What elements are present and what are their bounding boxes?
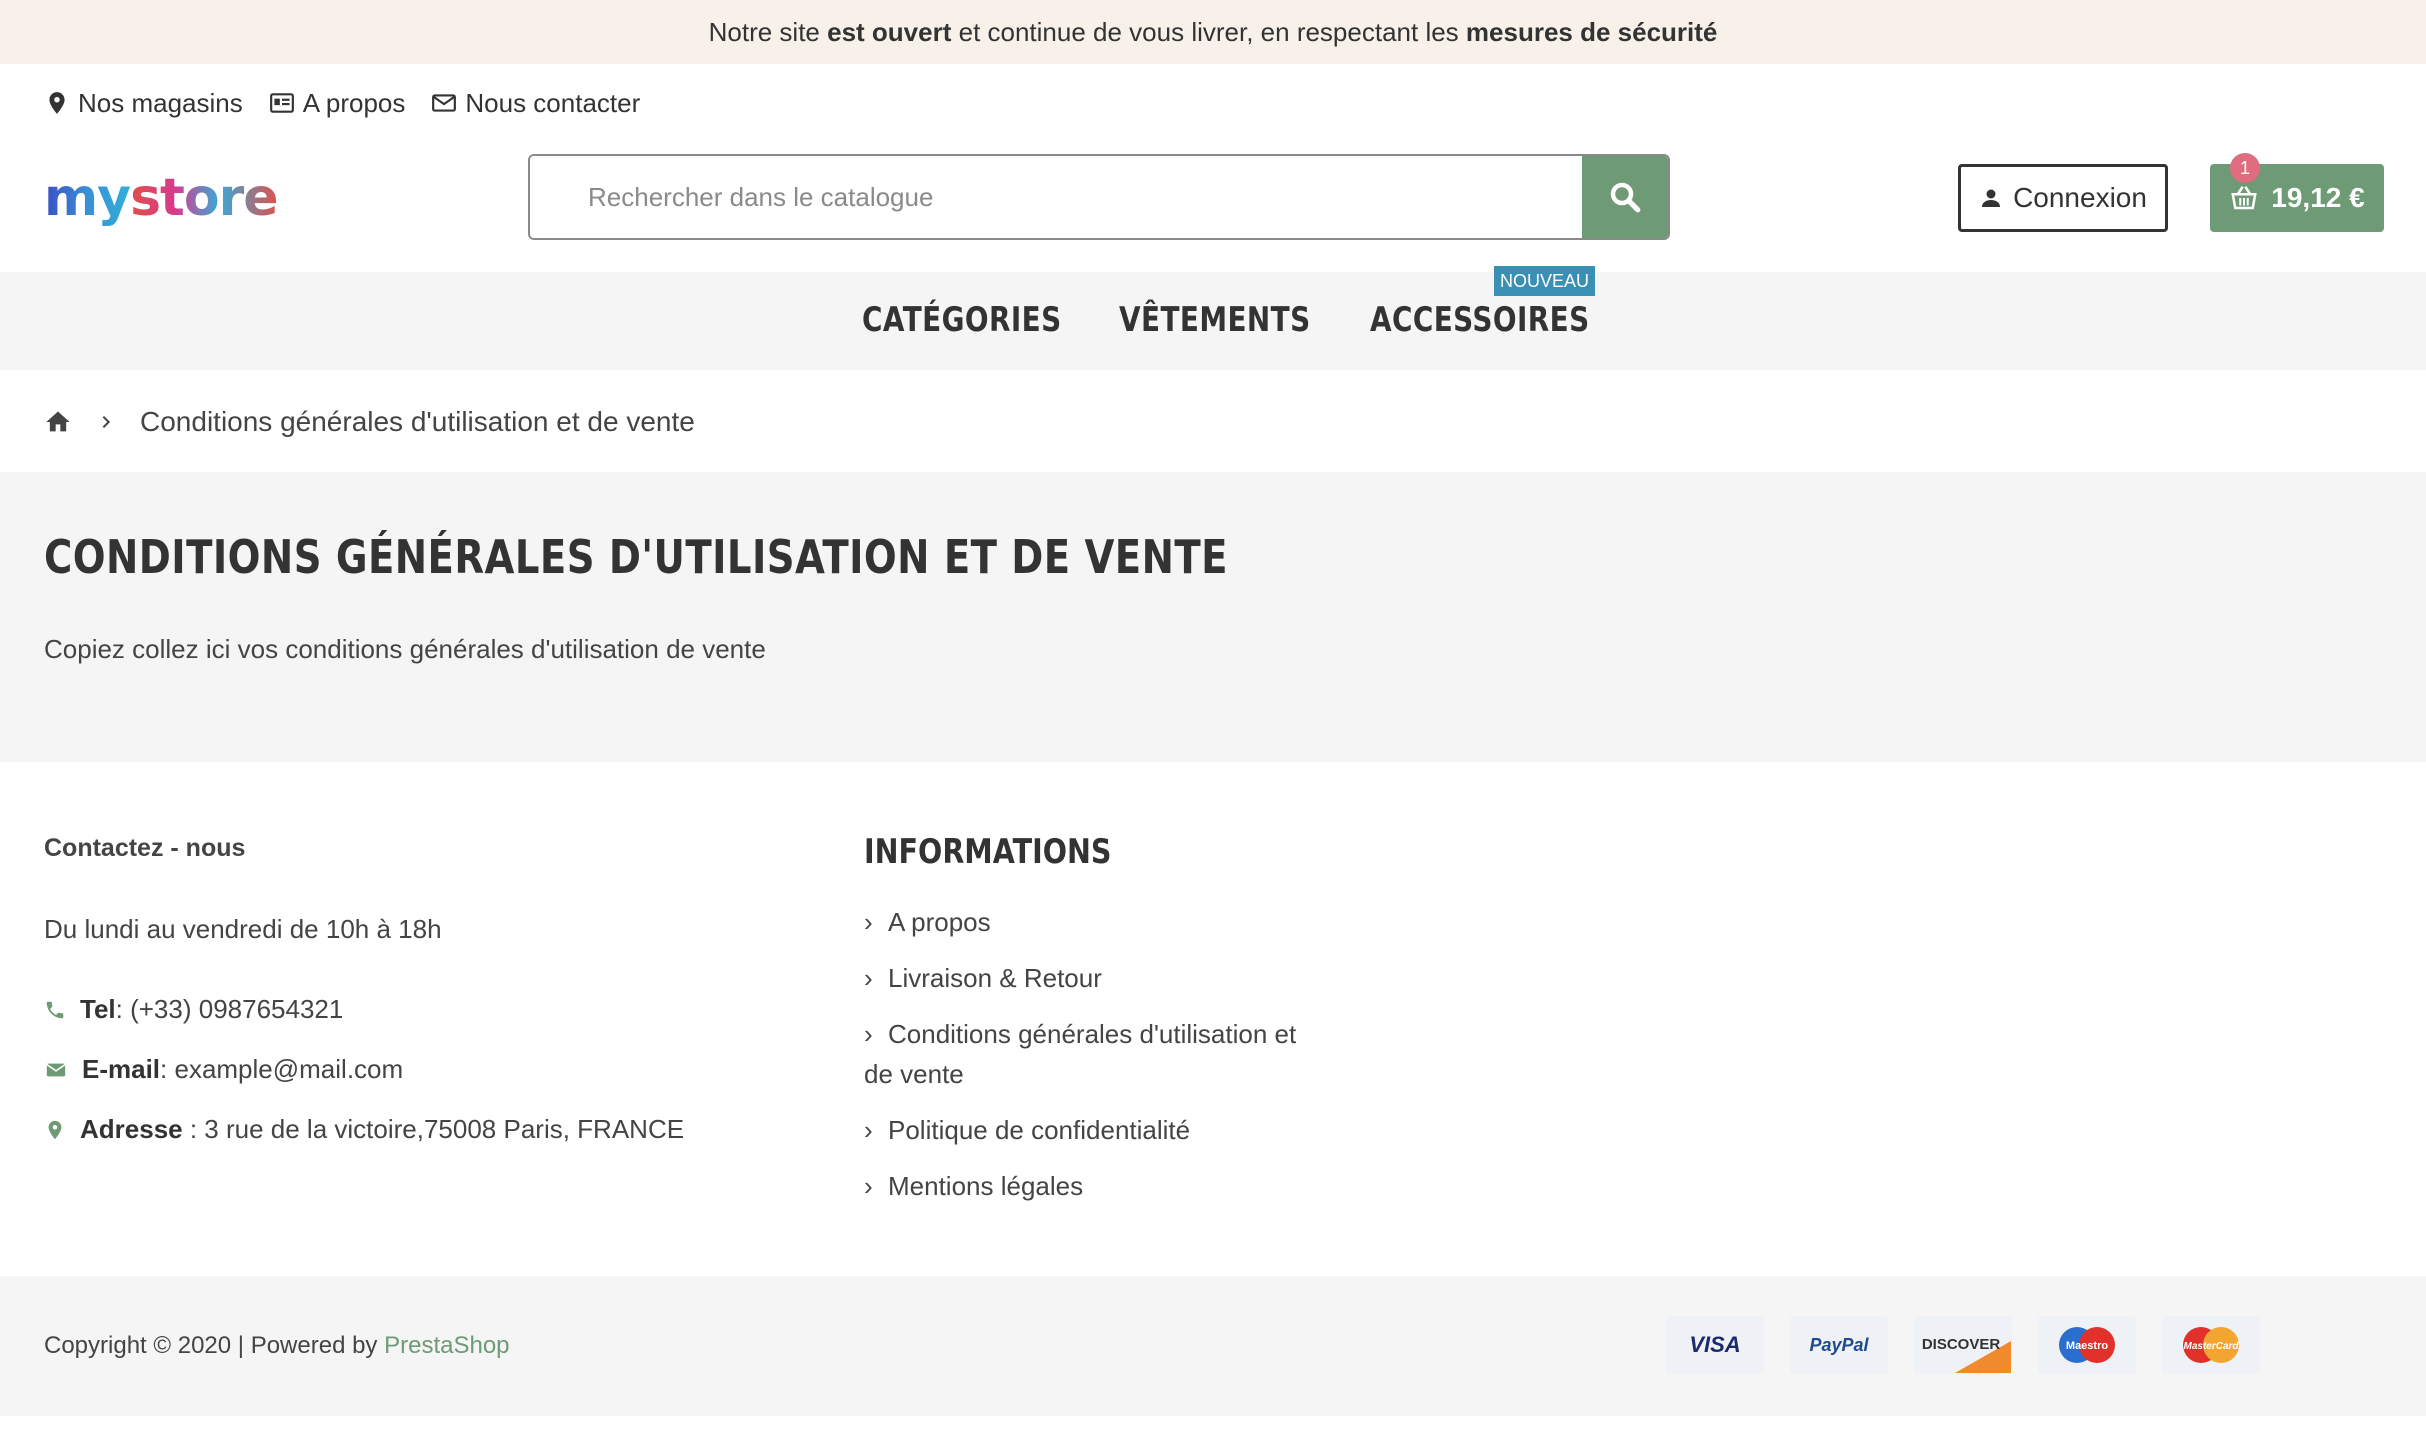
breadcrumb: Conditions générales d'utilisation et de… [44,402,695,442]
contact-link-label: Nous contacter [465,87,641,118]
home-icon[interactable] [44,408,72,436]
footer-link-about[interactable]: › A propos [864,902,1324,942]
stores-link-label: Nos magasins [78,87,243,118]
page-content: CONDITIONS GÉNÉRALES D'UTILISATION ET DE… [0,472,2426,762]
phone-value[interactable]: : (+33) 0987654321 [116,994,344,1024]
login-button[interactable]: Connexion [1958,164,2168,232]
user-icon [1982,189,2001,207]
copyright: Copyright © 2020 | Powered by PrestaShop [44,1332,510,1360]
footer-link-label: Livraison & Retour [888,963,1102,993]
chevron-right-icon: › [864,907,873,937]
cart-count-badge: 1 [2230,153,2260,183]
footer-contact-title: Contactez - nous [44,834,246,862]
footer-link-label: Mentions légales [888,1171,1084,1201]
mastercard-icon: MasterCard [2162,1316,2260,1374]
banner-text-1: Notre site [708,16,820,47]
maestro-icon: Maestro [2038,1316,2136,1374]
chevron-right-icon: › [864,963,873,993]
discover-icon: DISCOVER [1914,1316,2012,1374]
footer-phone: Tel: (+33) 0987654321 [44,994,343,1025]
footer-link-label: Conditions générales d'utilisation et de… [864,1019,1297,1089]
search-input[interactable] [530,156,1582,238]
footer-informations: INFORMATIONS › A propos › Livraison & Reto… [864,832,1344,1201]
phone-label: Tel [80,994,116,1024]
footer-link-label: A propos [888,907,991,937]
top-links: Nos magasins A propos Nous contacter [44,86,640,120]
banner-bold-1: est ouvert [827,16,952,47]
page-body: Copiez collez ici vos conditions général… [44,634,766,664]
payment-label: MasterCard [2183,1341,2239,1352]
footer-link-label: Politique de confidentialité [888,1115,1191,1145]
visa-icon: VISA [1666,1316,1764,1374]
copyright-text: Copyright © 2020 | Powered by [44,1332,385,1359]
footer-link-privacy[interactable]: › Politique de confidentialité [864,1110,1324,1150]
payment-label: Maestro [2066,1340,2108,1352]
envelope-icon [432,94,457,112]
address-value: : 3 rue de la victoire,75008 Paris, FRAN… [182,1114,685,1144]
search-icon [1610,182,1641,213]
id-card-icon [269,93,294,113]
footer-link-terms[interactable]: › Conditions générales d'utilisation et d… [864,1014,1324,1094]
login-label: Connexion [2013,182,2147,213]
footer-address: Adresse : 3 rue de la victoire,75008 Par… [44,1114,684,1145]
logo-store: store [130,168,278,228]
payment-label: VISA [1689,1332,1740,1357]
banner-bold-2: mesures de sécurité [1465,16,1718,47]
footer-link-legal[interactable]: › Mentions légales [864,1166,1324,1206]
about-link-label: A propos [302,87,406,118]
chevron-right-icon [102,415,111,429]
email-label: E-mail [82,1054,161,1084]
footer-link-shipping[interactable]: › Livraison & Retour [864,958,1324,998]
chevron-right-icon: › [864,1171,873,1201]
store-logo[interactable]: my store [44,168,279,228]
contact-link[interactable]: Nous contacter [431,88,640,119]
new-badge: NOUVEAU [1494,266,1596,296]
footer-hours: Du lundi au vendredi de 10h à 18h [44,914,442,944]
page-title: CONDITIONS GÉNÉRALES D'UTILISATION ET DE… [44,530,1228,584]
about-link[interactable]: A propos [269,87,406,119]
address-label: Adresse [80,1114,183,1144]
logo-my: my [44,168,131,228]
cart-total: 19,12 € [2271,182,2365,213]
nav-item-clothing[interactable]: VÊTEMENTS [1119,300,1311,340]
payment-label: PayPal [1809,1335,1869,1355]
basket-icon [2231,186,2258,210]
payment-label: DISCOVER [1922,1336,2001,1353]
main-nav: CATÉGORIES VÊTEMENTS ACCESSOIRES [0,272,2426,370]
map-pin-icon [48,1120,62,1139]
footer-email: E-mail: example@mail.com [44,1054,403,1085]
chevron-right-icon: › [864,1115,873,1145]
phone-icon [46,1001,64,1018]
stores-link[interactable]: Nos magasins [44,88,243,119]
email-value[interactable]: : example@mail.com [160,1054,403,1084]
map-pin-icon [49,92,65,114]
chevron-right-icon: › [864,1019,873,1049]
breadcrumb-current: Conditions générales d'utilisation et de… [140,406,695,437]
prestashop-link[interactable]: PrestaShop [384,1332,509,1359]
nav-item-accessories[interactable]: ACCESSOIRES [1370,300,1590,340]
nav-item-categories[interactable]: CATÉGORIES [862,300,1062,340]
search-button[interactable] [1582,156,1668,238]
footer-contact: Contactez - nous Du lundi au vendredi de… [44,834,804,1144]
announcement-banner: Notre site est ouvert et continue de vou… [0,0,2426,64]
paypal-icon: PayPal [1790,1316,1888,1374]
envelope-icon [46,1063,66,1076]
banner-text-2: et continue de vous livrer, en respectan… [958,16,1459,47]
footer-bottom: Copyright © 2020 | Powered by PrestaShop… [0,1276,2426,1416]
footer-info-title: INFORMATIONS [864,832,1112,872]
search-bar [528,154,1670,240]
